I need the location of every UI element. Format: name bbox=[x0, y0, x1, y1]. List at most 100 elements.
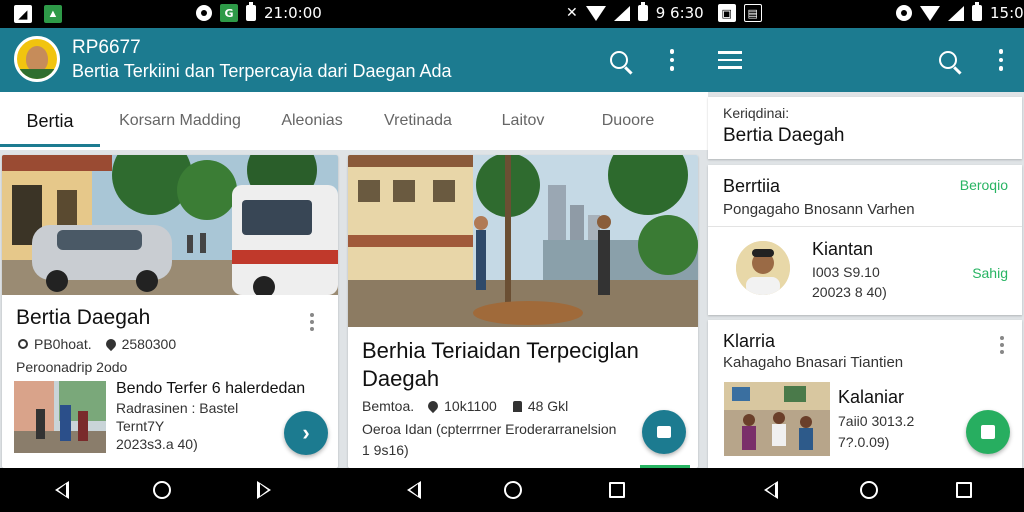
screen-root: ◢ ▲ G 21:0:00 ✕ 9 6:30 ▣ ▤ 15:06 bbox=[0, 0, 1024, 512]
card-title: Berhia Teriaidan Terpeciglan Daegah bbox=[362, 338, 639, 391]
item-name: Kiantan bbox=[812, 239, 874, 259]
item-date: 20023 8 40) bbox=[812, 284, 887, 300]
wifi-icon bbox=[585, 5, 606, 21]
more-vert-icon bbox=[669, 49, 675, 71]
box-menu-button[interactable] bbox=[1000, 336, 1004, 354]
tab-aleonias[interactable]: Aleonias bbox=[258, 92, 366, 150]
back-icon bbox=[407, 481, 421, 499]
meta-author: PB0hoat. bbox=[34, 336, 92, 352]
recents-button[interactable] bbox=[952, 478, 976, 502]
more-vert-icon bbox=[1000, 336, 1004, 354]
card-menu-button[interactable] bbox=[310, 313, 314, 331]
related-title: Bendo Terfer 6 halerdedan bbox=[116, 380, 306, 397]
meta-views: 10k1100 bbox=[444, 398, 497, 414]
tab-indicator bbox=[0, 144, 100, 147]
location-icon bbox=[103, 336, 118, 352]
app-bar: RP6677 Bertia Terkiini dan Terpercayia d… bbox=[0, 28, 1024, 92]
back-icon bbox=[764, 481, 778, 499]
back-button[interactable] bbox=[402, 478, 426, 502]
menu-icon bbox=[718, 51, 742, 69]
battery-icon bbox=[246, 2, 256, 21]
status-group-3: 15:06 bbox=[896, 2, 1024, 22]
tab-duoore[interactable]: Duoore bbox=[576, 92, 680, 150]
home-button[interactable] bbox=[857, 478, 881, 502]
related-line: Ternt7Y bbox=[116, 418, 165, 434]
meta-author: Bemtoa. bbox=[362, 398, 415, 414]
recents-icon bbox=[956, 482, 972, 498]
nav-drawer-button[interactable] bbox=[714, 44, 746, 76]
tab-korsarn-madding[interactable]: Korsarn Madding bbox=[104, 92, 256, 150]
category-tabs: Bertia Korsarn Madding Aleonias Vretinad… bbox=[0, 92, 708, 150]
forward-button[interactable] bbox=[252, 478, 276, 502]
app-subtitle: Bertia Terkiini dan Terpercayia dari Dae… bbox=[72, 61, 452, 81]
like-icon bbox=[512, 400, 522, 412]
card-description: Oeroa Idan (cpterrrner Eroderarranelsion bbox=[362, 421, 617, 437]
app-notification-icon: ◢ bbox=[14, 5, 32, 23]
related-thumbnail[interactable] bbox=[14, 381, 106, 453]
app-notification-icon: ▣ bbox=[717, 4, 736, 22]
forward-icon bbox=[257, 481, 271, 499]
no-signal-icon: ✕ bbox=[566, 5, 578, 21]
news-thumbnail[interactable] bbox=[724, 382, 830, 456]
search-button-right[interactable] bbox=[932, 44, 964, 76]
back-button[interactable] bbox=[50, 478, 74, 502]
recents-button[interactable] bbox=[605, 478, 629, 502]
chevron-right-icon: › bbox=[302, 420, 310, 445]
back-icon bbox=[55, 481, 69, 499]
home-button[interactable] bbox=[501, 478, 525, 502]
search-button[interactable] bbox=[603, 44, 635, 76]
box-title: Berrtiia bbox=[723, 176, 781, 196]
box-subtitle: Kahagaho Bnasari Tiantien bbox=[723, 354, 904, 371]
tab-laitov[interactable]: Laitov bbox=[476, 92, 570, 150]
section-title: Bertia Daegah bbox=[723, 125, 845, 146]
navigation-bar bbox=[0, 468, 1024, 512]
overflow-menu-button-right[interactable] bbox=[985, 44, 1017, 76]
card-meta: PB0hoat. 2580300 bbox=[18, 336, 176, 352]
maps-icon: G bbox=[220, 4, 238, 22]
related-date: 2023s3.a 40) bbox=[116, 436, 198, 452]
home-button[interactable] bbox=[150, 478, 174, 502]
status-time: 21:0:00 bbox=[264, 4, 322, 22]
news-card-1[interactable]: Bertia Daegah PB0hoat. 2580300 Peroonadr… bbox=[2, 155, 338, 468]
app-id: RP6677 bbox=[72, 37, 141, 58]
related-line: Radrasinen : Bastel bbox=[116, 400, 239, 416]
alarm-icon bbox=[896, 5, 912, 21]
news-photo bbox=[2, 155, 338, 295]
record-icon bbox=[196, 5, 212, 21]
list-item[interactable]: Kiantan I003 S9.10 20023 8 40) Sahig bbox=[708, 227, 1022, 315]
section-label: Keriqdinai: bbox=[723, 105, 790, 121]
map-notification-icon: ▲ bbox=[44, 5, 62, 23]
section-header: Keriqdinai: Bertia Daegah bbox=[708, 97, 1022, 159]
back-button[interactable] bbox=[759, 478, 783, 502]
status-time: 15:06 bbox=[990, 4, 1024, 22]
overflow-menu-button[interactable] bbox=[656, 44, 688, 76]
news-card-2[interactable]: Berhia Teriaidan Terpeciglan Daegah Bemt… bbox=[348, 155, 698, 468]
home-icon bbox=[153, 481, 171, 499]
news-photo bbox=[348, 155, 698, 327]
compose-button[interactable] bbox=[966, 410, 1010, 454]
more-vert-icon bbox=[310, 313, 314, 331]
home-icon bbox=[860, 481, 878, 499]
item-line: 7aii0 3013.2 bbox=[838, 413, 915, 429]
box-badge[interactable]: Beroqio bbox=[960, 177, 1008, 193]
status-group-2: ✕ 9 6:30 ▣ ▤ bbox=[566, 2, 762, 22]
item-date: 7?.0.09) bbox=[838, 434, 890, 450]
gallery-icon: ▤ bbox=[743, 4, 762, 22]
open-article-button[interactable]: › bbox=[284, 411, 328, 455]
more-vert-icon bbox=[998, 49, 1004, 71]
tab-vretinada[interactable]: Vretinada bbox=[366, 92, 470, 150]
save-article-button[interactable] bbox=[642, 410, 686, 454]
signal-icon bbox=[613, 5, 630, 21]
tab-bertia[interactable]: Bertia bbox=[0, 92, 100, 150]
item-name: Kalaniar bbox=[838, 387, 905, 407]
battery-icon bbox=[637, 2, 648, 21]
meta-location: 2580300 bbox=[121, 336, 177, 352]
item-badge[interactable]: Sahig bbox=[972, 265, 1008, 281]
item-line: I003 S9.10 bbox=[812, 264, 880, 280]
status-bar: ◢ ▲ G 21:0:00 ✕ 9 6:30 ▣ ▤ 15:06 bbox=[0, 0, 1024, 28]
notification-icons: ◢ ▲ bbox=[14, 5, 62, 23]
search-icon bbox=[18, 339, 28, 349]
home-icon bbox=[504, 481, 522, 499]
recents-icon bbox=[609, 482, 625, 498]
card-meta-line: Peroonadrip 2odo bbox=[16, 359, 128, 375]
